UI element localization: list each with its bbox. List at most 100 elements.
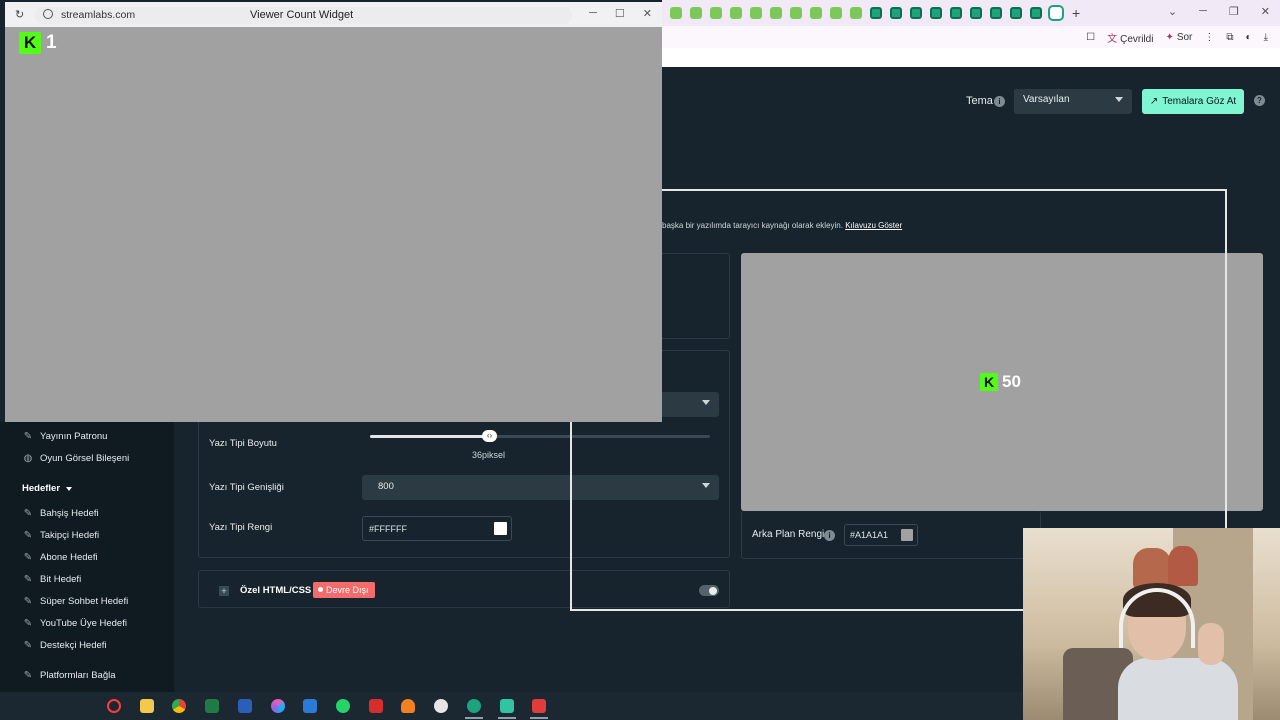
download-icon[interactable]: ⤓ (1264, 32, 1268, 43)
wrench-icon: ✎ (23, 618, 33, 629)
tab-favicon-icon[interactable] (950, 7, 962, 19)
chrome-profile-icon[interactable] (467, 699, 481, 713)
window-controls: ⌄ ─ ❐ ✕ (1168, 5, 1270, 18)
browse-themes-button[interactable]: ↗ Temalara Göz At (1142, 89, 1244, 114)
sidebar-item-supporter-goal[interactable]: ✎ Destekçi Hedefi (22, 640, 107, 651)
tab-favicon-icon[interactable] (730, 7, 742, 19)
background-color-input[interactable]: #A1A1A1 (844, 524, 918, 546)
gamepad-icon: ◍ (23, 453, 33, 464)
new-tab-icon[interactable]: + (1072, 5, 1080, 21)
sidebar-item-follower-goal[interactable]: ✎ Takipçi Hedefi (22, 530, 99, 541)
background-color-info-icon[interactable]: i (824, 530, 835, 541)
preview-viewer-count: K 50 (980, 372, 1021, 392)
site-info-icon[interactable] (43, 9, 53, 19)
tab-favicon-icon[interactable] (710, 7, 722, 19)
chevron-down-icon (702, 400, 710, 405)
sidebar-goals-header[interactable]: Hedefler (22, 483, 73, 494)
cloudflare-icon[interactable] (401, 699, 415, 713)
bookmark-icon[interactable]: ☐ (1086, 32, 1095, 43)
close-window-icon[interactable]: ✕ (1261, 5, 1270, 18)
profile-icon[interactable]: ◐ (1246, 32, 1252, 43)
theme-info-icon[interactable]: i (994, 96, 1005, 107)
font-color-swatch[interactable] (494, 522, 507, 535)
font-size-slider-handle[interactable]: ‹› (482, 430, 497, 442)
reload-icon[interactable]: ↻ (15, 8, 24, 21)
custom-html-row: + Özel HTML/CSS Devre Dışı (198, 570, 730, 608)
font-size-label: Yazı Tipi Boyutu (209, 438, 277, 449)
sidebar-item-tip-goal[interactable]: ✎ Bahşiş Hedefi (22, 508, 99, 519)
sidebar-item-connect-platforms[interactable]: ✎ Platformları Bağla (22, 670, 116, 681)
taskbar (0, 692, 1023, 720)
tab-favicon-icon[interactable] (790, 7, 802, 19)
sidebar-item-bit-goal[interactable]: ✎ Bit Hedefi (22, 574, 81, 585)
help-icon[interactable]: ? (1254, 95, 1265, 106)
font-size-slider[interactable] (370, 435, 710, 438)
yandex-icon[interactable] (532, 699, 546, 713)
theme-label: Tema (966, 95, 993, 107)
minimize-icon[interactable]: ─ (589, 7, 597, 20)
sidebar-item-game-overlay[interactable]: ◍ Oyun Görsel Bileşeni (22, 453, 130, 464)
chrome-icon[interactable] (172, 699, 186, 713)
translate-icon: 文 (1107, 34, 1118, 45)
custom-html-toggle[interactable] (699, 585, 719, 596)
menu-icon[interactable]: ⋮ (1204, 32, 1214, 43)
tab-favicon-icon[interactable] (890, 7, 902, 19)
tab-favicon-icon[interactable] (850, 7, 862, 19)
excel-icon[interactable] (205, 699, 219, 713)
sidebar-item-stream-boss[interactable]: ✎ Yayının Patronu (22, 431, 108, 442)
browser-tab-strip: + ⌄ ─ ❐ ✕ (662, 0, 1280, 26)
word-icon[interactable] (238, 699, 252, 713)
tab-favicon-icon[interactable] (1010, 7, 1022, 19)
copilot-icon[interactable] (271, 699, 285, 713)
font-color-input[interactable]: #FFFFFF (362, 516, 512, 541)
popup-viewer-count: K 1 (19, 32, 57, 54)
tab-favicon-icon[interactable] (690, 7, 702, 19)
font-weight-select[interactable]: 800 (362, 475, 719, 500)
sparkle-icon: ✦ (1165, 32, 1174, 43)
tab-favicon-icon[interactable] (750, 7, 762, 19)
close-icon[interactable]: ✕ (643, 7, 652, 20)
font-color-label: Yazı Tipi Rengi (209, 522, 273, 533)
sidebar-item-youtube-member-goal[interactable]: ✎ YouTube Üye Hedefi (22, 618, 127, 629)
ask-button[interactable]: ✦ Sor (1165, 32, 1192, 43)
active-tab-favicon-icon[interactable] (1048, 5, 1064, 21)
wrench-icon: ✎ (23, 574, 33, 585)
obs-icon[interactable] (434, 699, 448, 713)
sidebar-item-superchat-goal[interactable]: ✎ Süper Sohbet Hedefi (22, 596, 128, 607)
expand-icon[interactable]: + (219, 586, 229, 596)
tab-favicon-icon[interactable] (870, 7, 882, 19)
font-size-slider-fill (370, 435, 489, 438)
wrench-icon: ✎ (23, 640, 33, 651)
file-explorer-icon[interactable] (140, 699, 154, 713)
tab-favicon-icon[interactable] (910, 7, 922, 19)
tab-favicon-icon[interactable] (830, 7, 842, 19)
kick-logo-icon: K (980, 373, 998, 391)
extensions-icon[interactable]: ⧉ (1226, 32, 1233, 43)
tab-favicon-icon[interactable] (770, 7, 782, 19)
streamlabs-icon[interactable] (500, 699, 514, 713)
show-guide-link[interactable]: Kılavuzu Göster (845, 221, 902, 230)
tab-favicon-icon[interactable] (670, 7, 682, 19)
tab-favicon-icon[interactable] (930, 7, 942, 19)
outlook-icon[interactable] (303, 699, 317, 713)
theme-select[interactable]: Varsayılan (1014, 89, 1132, 114)
maximize-icon[interactable]: ☐ (615, 7, 625, 20)
popup-window-controls: ─ ☐ ✕ (589, 7, 652, 20)
tab-favicon-icon[interactable] (990, 7, 1002, 19)
minimize-icon[interactable]: ─ (1199, 5, 1207, 18)
webcam-feed (1023, 528, 1280, 720)
maximize-icon[interactable]: ❐ (1229, 5, 1239, 18)
sidebar-item-subscriber-goal[interactable]: ✎ Abone Hedefi (22, 552, 98, 563)
background-color-swatch[interactable] (901, 529, 913, 541)
tab-favicon-icon[interactable] (970, 7, 982, 19)
whatsapp-icon[interactable] (336, 699, 350, 713)
tab-search-icon[interactable]: ⌄ (1168, 5, 1177, 18)
tab-favicon-icon[interactable] (1030, 7, 1042, 19)
translated-button[interactable]: 文 Çevrildi (1107, 30, 1153, 45)
sidebar: ✎ Yayının Patronu ◍ Oyun Görsel Bileşeni… (0, 422, 174, 692)
font-size-value: 36piksel (472, 450, 506, 460)
opera-icon[interactable] (107, 699, 121, 713)
league-icon[interactable] (369, 699, 383, 713)
tab-favicon-icon[interactable] (810, 7, 822, 19)
viewer-count-popup-window: ↻ streamlabs.com Viewer Count Widget ─ ☐… (5, 2, 662, 422)
